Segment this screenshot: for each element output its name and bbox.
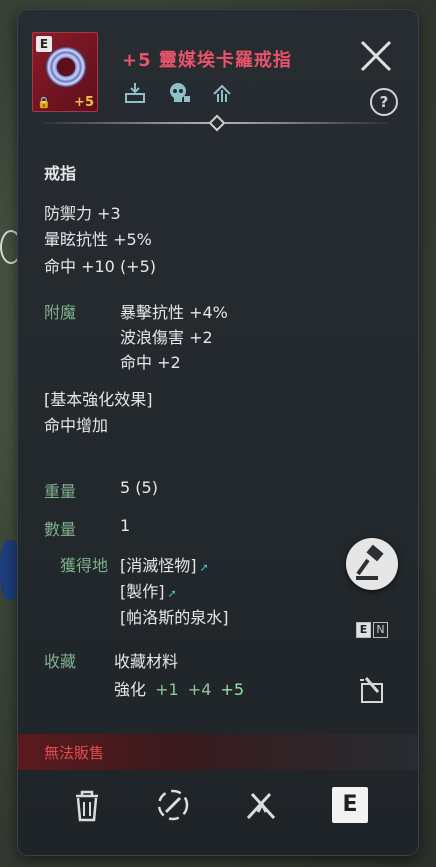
- source-link-craft[interactable]: [製作] ➚: [120, 578, 177, 602]
- lang-e-option[interactable]: E: [356, 622, 371, 638]
- source-link-text[interactable]: [製作]: [120, 582, 165, 601]
- memo-icon: [360, 677, 383, 703]
- source-text: [帕洛斯的泉水]: [120, 608, 229, 627]
- enchant-stat: 命中 +2: [120, 353, 181, 372]
- close-icon: [360, 40, 392, 72]
- close-button[interactable]: [356, 36, 396, 76]
- source-link-monster[interactable]: [消滅怪物] ➚: [120, 552, 209, 576]
- enchant-stat: 波浪傷害 +2: [120, 328, 213, 347]
- weight-value: 5 (5): [120, 478, 158, 497]
- storage-icon: [122, 80, 148, 106]
- memo-button[interactable]: [356, 674, 390, 708]
- refine-icon: [157, 789, 189, 821]
- refine-button[interactable]: [152, 784, 194, 826]
- enhance-badge: +5: [74, 95, 94, 110]
- auction-gavel-icon: [356, 544, 384, 580]
- lang-n-option[interactable]: N: [373, 622, 388, 638]
- equip-button[interactable]: E: [332, 787, 368, 823]
- item-icon-frame: E 🔒 +5: [32, 32, 98, 112]
- stat-line: 命中 +10 (+5): [44, 257, 157, 276]
- grade-badge: E: [36, 36, 52, 52]
- unsellable-text: 無法販售: [44, 744, 105, 762]
- source-link-text[interactable]: [消滅怪物]: [120, 556, 197, 575]
- enhance-level: +1: [155, 680, 179, 699]
- enhance-level: +5: [220, 680, 245, 699]
- language-toggle[interactable]: E N: [356, 622, 388, 638]
- quantity-label: 數量: [44, 520, 77, 539]
- discard-button[interactable]: [66, 784, 108, 826]
- basic-enhance-header: [基本強化效果]: [44, 390, 153, 409]
- source-label: 獲得地: [60, 556, 109, 575]
- stat-line: 防禦力 +3: [44, 204, 121, 223]
- collection-value: 收藏材料: [114, 652, 179, 671]
- lock-icon: 🔒: [37, 96, 51, 109]
- disassemble-button[interactable]: [240, 784, 282, 826]
- divider-ornament: [208, 114, 226, 132]
- item-property-icons: [122, 80, 236, 106]
- stat-line: 暈眩抗性 +5%: [44, 230, 152, 249]
- enhance-label: 強化: [114, 680, 147, 699]
- background-shape: [0, 540, 20, 600]
- upgrade-icon: [210, 80, 236, 106]
- collection-label: 收藏: [44, 652, 77, 671]
- external-link-icon: ➚: [167, 587, 177, 600]
- trash-icon: [76, 790, 98, 822]
- quantity-value: 1: [120, 516, 131, 535]
- disassemble-icon: [246, 792, 276, 820]
- item-tooltip-panel: E 🔒 +5 +5 靈媒埃卡羅戒指 ? 戒指 防禦力 +3 暈眩抗性 +5% 命…: [18, 10, 418, 855]
- weight-label: 重量: [44, 482, 77, 501]
- enchant-label: 附魔: [44, 303, 77, 322]
- enchant-stat: 暴擊抗性 +4%: [120, 303, 228, 322]
- action-bar: E: [18, 772, 418, 844]
- collection-enhance-row: 強化 +1 +4 +5: [114, 676, 248, 700]
- item-title: +5 靈媒埃卡羅戒指: [122, 50, 292, 71]
- item-type: 戒指: [44, 164, 77, 183]
- help-button[interactable]: ?: [370, 88, 398, 116]
- skull-icon: [166, 80, 192, 106]
- basic-enhance-text: 命中增加: [44, 416, 109, 435]
- auction-button[interactable]: [346, 538, 398, 590]
- unsellable-bar: 無法販售: [18, 734, 418, 770]
- external-link-icon: ➚: [199, 561, 209, 574]
- enhance-level: +4: [187, 680, 212, 699]
